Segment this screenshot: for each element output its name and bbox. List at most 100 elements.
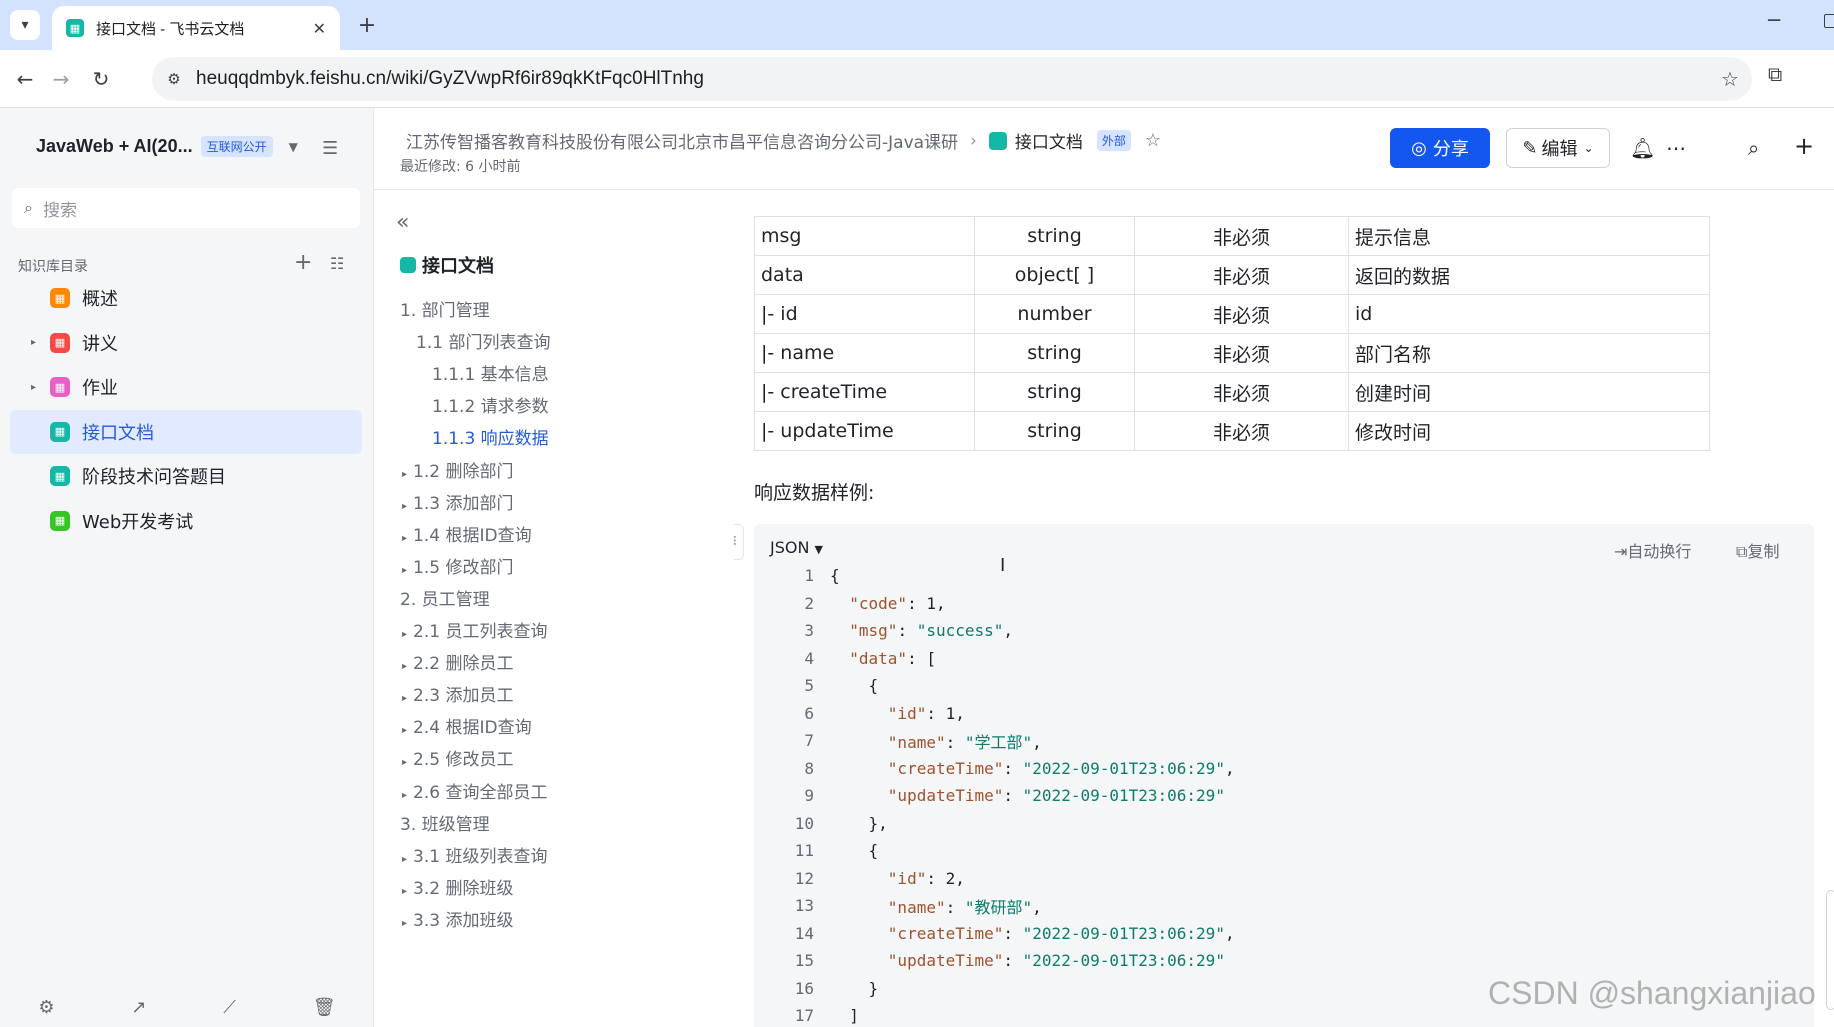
sidebar-item[interactable]: ▦ Web开发考试: [10, 499, 362, 543]
table-cell[interactable]: 非必须: [1134, 255, 1349, 295]
expand-arrow-icon[interactable]: ▸: [402, 661, 407, 672]
expand-arrow-icon[interactable]: ▸: [402, 629, 407, 640]
toc-item[interactable]: ▸ 2.6 查询全部员工: [402, 778, 547, 803]
favorite-star-icon[interactable]: ☆: [1145, 130, 1161, 151]
add-icon[interactable]: +: [1794, 132, 1814, 160]
expand-arrow-icon[interactable]: ▸: [402, 918, 407, 929]
reload-icon[interactable]: ↻: [86, 64, 116, 94]
copy-button[interactable]: ⧉复制: [1736, 538, 1779, 562]
expand-arrow-icon[interactable]: ▸: [402, 693, 407, 704]
code-block[interactable]: JSON ▼ ⇥自动换行 ⧉复制 1{2 "code": 1, 3 "msg": …: [754, 524, 1814, 1027]
toc-item[interactable]: ▸ 3.1 班级列表查询: [402, 842, 547, 867]
table-cell[interactable]: msg: [754, 216, 975, 256]
breadcrumb-current[interactable]: 接口文档: [1015, 128, 1083, 153]
expand-arrow-icon[interactable]: ▸: [16, 382, 36, 393]
space-title[interactable]: JavaWeb + AI(20... 互联网公开 ▼: [36, 136, 298, 157]
tab-search-icon[interactable]: ▾: [10, 10, 40, 40]
table-cell[interactable]: number: [974, 294, 1135, 334]
toc-item[interactable]: ▸ 1.2 删除部门: [402, 457, 513, 482]
expand-arrow-icon[interactable]: ▸: [402, 469, 407, 480]
table-cell[interactable]: 非必须: [1134, 333, 1349, 373]
toc-item[interactable]: ▸ 3.2 删除班级: [402, 874, 513, 899]
sidebar-item[interactable]: ▸ ▦ 讲义: [10, 321, 362, 365]
minimize-icon[interactable]: ─: [1768, 8, 1780, 32]
url-bar[interactable]: ⚙ heuqqdmbyk.feishu.cn/wiki/GyZVwpRf6ir8…: [152, 57, 1752, 101]
table-cell[interactable]: string: [974, 216, 1135, 256]
sidebar-item[interactable]: ▦ 接口文档: [10, 409, 362, 454]
table-cell[interactable]: |- createTime: [754, 372, 975, 412]
more-icon[interactable]: ⋯: [1666, 136, 1686, 160]
extensions-icon[interactable]: ⧉: [1768, 62, 1782, 86]
chevron-down-icon[interactable]: ▼: [289, 140, 298, 154]
breadcrumb-parent[interactable]: 江苏传智播客教育科技股份有限公司北京市昌平信息咨询分公司-Java课研: [406, 128, 958, 153]
toc-item[interactable]: 1. 部门管理: [400, 296, 490, 321]
bell-icon[interactable]: 🔔︎: [1630, 136, 1655, 160]
collapse-toc-icon[interactable]: «: [396, 210, 409, 235]
table-cell[interactable]: string: [974, 411, 1135, 451]
search-input[interactable]: ⌕ 搜索: [12, 188, 360, 228]
toc-item[interactable]: ▸ 1.3 添加部门: [402, 489, 513, 514]
table-cell[interactable]: 部门名称: [1348, 333, 1710, 373]
toc-item[interactable]: ▸ 2.4 根据ID查询: [402, 713, 532, 738]
expand-arrow-icon[interactable]: ▸: [402, 565, 407, 576]
toc-title[interactable]: 接口文档: [400, 252, 494, 278]
table-cell[interactable]: object[ ]: [974, 255, 1135, 295]
toc-item[interactable]: ▸ 3.3 添加班级: [402, 906, 513, 931]
forward-icon[interactable]: →: [46, 64, 76, 94]
site-info-icon[interactable]: ⚙: [152, 70, 196, 88]
back-icon[interactable]: ←: [10, 64, 40, 94]
toc-item[interactable]: ▸ 2.5 修改员工: [402, 745, 513, 770]
auto-wrap-button[interactable]: ⇥自动换行: [1614, 538, 1691, 562]
expand-arrow-icon[interactable]: ▸: [402, 533, 407, 544]
toc-item[interactable]: 1.1.3 响应数据: [432, 424, 549, 449]
table-cell[interactable]: string: [974, 372, 1135, 412]
list-view-icon[interactable]: ☷: [330, 254, 344, 273]
expand-arrow-icon[interactable]: ▸: [16, 337, 36, 348]
table-cell[interactable]: 非必须: [1134, 372, 1349, 412]
chart-icon[interactable]: ⟋: [223, 997, 236, 1018]
collapse-sidebar-icon[interactable]: ☰: [322, 138, 338, 159]
browser-tab[interactable]: ▦ 接口文档 - 飞书云文档 ✕: [52, 6, 340, 50]
add-icon[interactable]: +: [294, 250, 312, 275]
toc-item[interactable]: 1.1.1 基本信息: [432, 360, 549, 385]
sidebar-item[interactable]: ▦ 概述: [10, 276, 362, 320]
code-block-handle[interactable]: {}⠿: [734, 524, 744, 560]
scrollbar[interactable]: [1826, 890, 1834, 1010]
toc-item[interactable]: ▸ 2.1 员工列表查询: [402, 617, 547, 642]
table-cell[interactable]: 非必须: [1134, 294, 1349, 334]
expand-arrow-icon[interactable]: ▸: [402, 854, 407, 865]
toc-item[interactable]: 1.1 部门列表查询: [416, 328, 550, 353]
expand-arrow-icon[interactable]: ▸: [402, 886, 407, 897]
table-cell[interactable]: data: [754, 255, 975, 295]
sidebar-item[interactable]: ▦ 阶段技术问答题目: [10, 454, 362, 498]
table-cell[interactable]: 非必须: [1134, 411, 1349, 451]
toc-item[interactable]: ▸ 2.3 添加员工: [402, 681, 513, 706]
table-cell[interactable]: |- updateTime: [754, 411, 975, 451]
expand-arrow-icon[interactable]: ▸: [402, 790, 407, 801]
trash-icon[interactable]: 🗑: [313, 997, 336, 1018]
edit-button[interactable]: ✎ 编辑 ⌄: [1506, 128, 1610, 168]
table-cell[interactable]: 提示信息: [1348, 216, 1710, 256]
table-cell[interactable]: id: [1348, 294, 1710, 334]
table-cell[interactable]: 创建时间: [1348, 372, 1710, 412]
expand-arrow-icon[interactable]: ▸: [402, 501, 407, 512]
share-out-icon[interactable]: ↗: [131, 997, 146, 1018]
table-cell[interactable]: |- name: [754, 333, 975, 373]
share-button[interactable]: ◎ 分享: [1390, 128, 1490, 168]
url-text[interactable]: heuqqdmbyk.feishu.cn/wiki/GyZVwpRf6ir89q…: [196, 68, 1708, 90]
table-cell[interactable]: |- id: [754, 294, 975, 334]
table-cell[interactable]: 修改时间: [1348, 411, 1710, 451]
expand-arrow-icon[interactable]: ▸: [402, 725, 407, 736]
toc-item[interactable]: ▸ 2.2 删除员工: [402, 649, 513, 674]
toc-item[interactable]: 1.1.2 请求参数: [432, 392, 549, 417]
code-language-select[interactable]: JSON ▼: [770, 538, 823, 557]
settings-icon[interactable]: ⚙: [38, 997, 54, 1018]
sidebar-item[interactable]: ▸ ▦ 作业: [10, 365, 362, 409]
table-cell[interactable]: 非必须: [1134, 216, 1349, 256]
close-tab-icon[interactable]: ✕: [313, 19, 326, 38]
toc-item[interactable]: ▸ 1.4 根据ID查询: [402, 521, 532, 546]
expand-arrow-icon[interactable]: ▸: [402, 757, 407, 768]
toc-item[interactable]: 2. 员工管理: [400, 585, 490, 610]
new-tab-icon[interactable]: +: [352, 10, 382, 40]
bookmark-star-icon[interactable]: ☆: [1708, 67, 1752, 91]
